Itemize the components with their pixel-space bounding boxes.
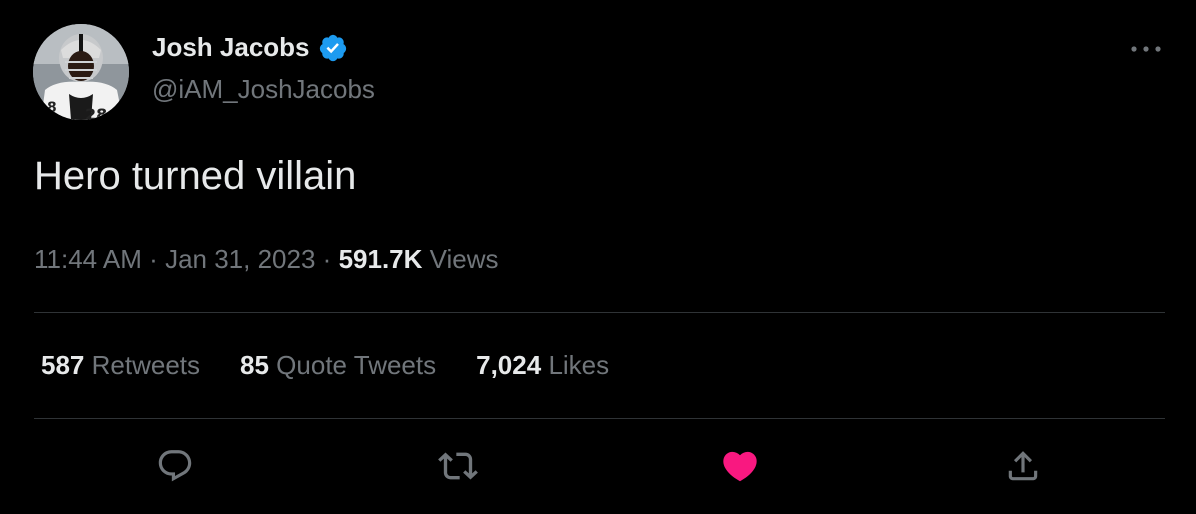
meta-separator: ·: [149, 244, 158, 274]
retweets-label: Retweets: [91, 350, 201, 380]
quote-tweets-stat[interactable]: 85 Quote Tweets: [240, 350, 436, 381]
author-name-row[interactable]: Josh Jacobs: [152, 32, 348, 63]
tweet-meta: 11:44 AM · Jan 31, 2023 · 591.7K Views: [34, 244, 499, 275]
retweets-count: 587: [41, 350, 85, 380]
verified-badge-icon[interactable]: [318, 33, 348, 63]
retweets-stat[interactable]: 587 Retweets: [41, 350, 200, 381]
views-label: Views: [429, 244, 499, 274]
engagement-stats: 587 Retweets 85 Quote Tweets 7,024 Likes: [41, 350, 649, 381]
likes-stat[interactable]: 7,024 Likes: [476, 350, 609, 381]
like-heart-icon[interactable]: [720, 446, 760, 486]
divider: [34, 312, 1165, 313]
more-options-icon[interactable]: [1126, 34, 1166, 64]
tweet-text: Hero turned villain: [34, 154, 357, 198]
divider: [34, 418, 1165, 419]
retweet-icon[interactable]: [438, 446, 478, 486]
svg-text:8: 8: [47, 100, 57, 116]
avatar[interactable]: 8 28: [33, 24, 129, 120]
views-count: 591.7K: [338, 244, 423, 274]
svg-text:28: 28: [85, 105, 107, 120]
reply-icon[interactable]: [155, 446, 195, 486]
tweet-detail: 8 28 Josh Jacobs @iAM_JoshJacobs Hero tu…: [0, 0, 1196, 514]
tweet-date[interactable]: Jan 31, 2023: [165, 244, 315, 274]
author-handle[interactable]: @iAM_JoshJacobs: [152, 74, 375, 105]
author-display-name[interactable]: Josh Jacobs: [152, 32, 310, 63]
likes-label: Likes: [548, 350, 610, 380]
profile-photo: 8 28: [33, 24, 129, 120]
meta-separator: ·: [322, 244, 332, 274]
tweet-time[interactable]: 11:44 AM: [34, 244, 142, 274]
share-icon[interactable]: [1003, 446, 1043, 486]
likes-count: 7,024: [476, 350, 542, 380]
quote-tweets-label: Quote Tweets: [276, 350, 437, 380]
quote-tweets-count: 85: [240, 350, 269, 380]
